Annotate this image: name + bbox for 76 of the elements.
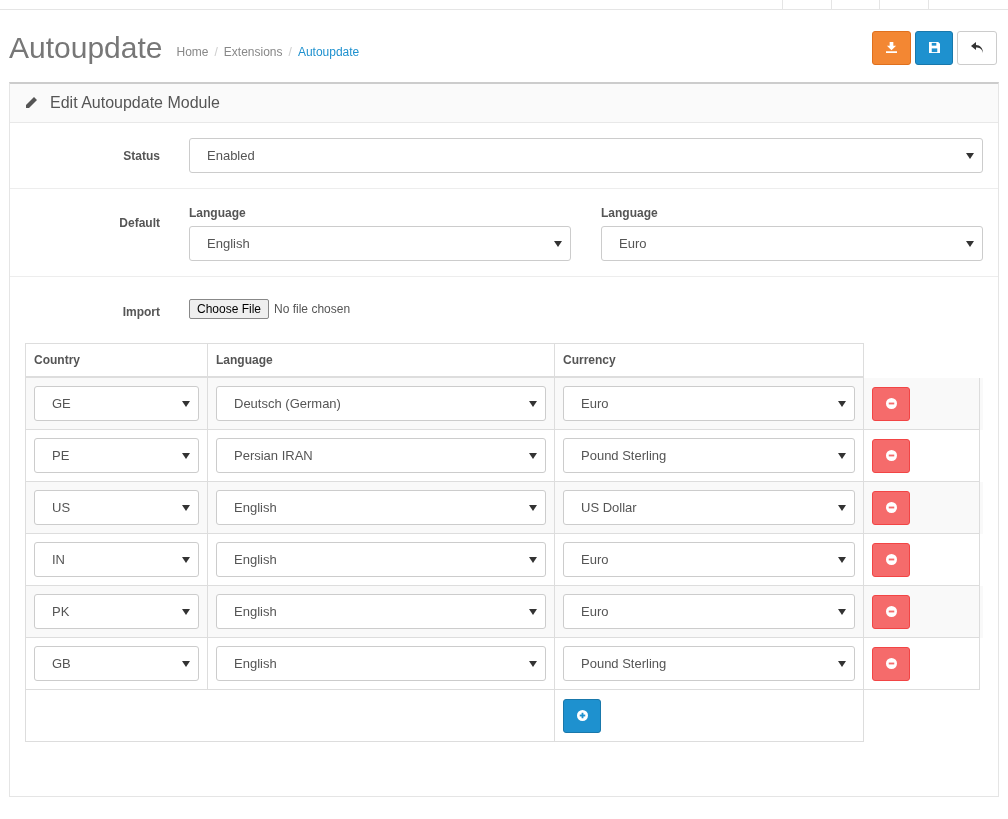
file-status-text: No file chosen (274, 301, 351, 318)
pencil-icon (24, 96, 38, 110)
select-field[interactable]: US (34, 490, 199, 525)
caret-icon (529, 608, 537, 615)
minus-circle-icon (885, 658, 897, 669)
minus-circle-icon (885, 450, 897, 461)
caret-icon (838, 608, 846, 615)
select-field[interactable]: English (189, 226, 571, 261)
minus-circle-icon (885, 606, 897, 617)
caret-icon (529, 660, 537, 667)
select-field[interactable]: English (216, 542, 546, 577)
select-field[interactable]: Euro (563, 542, 855, 577)
breadcrumb-link[interactable]: Home (176, 42, 209, 61)
select-field[interactable]: Pound Sterling (563, 646, 855, 681)
breadcrumb-link[interactable]: Extensions (223, 42, 283, 61)
select-field[interactable]: PK (34, 594, 199, 629)
remove-button[interactable] (872, 438, 910, 473)
caret-icon (554, 240, 562, 247)
select-field[interactable]: PE (34, 438, 199, 473)
caret-icon (838, 400, 846, 407)
caret-icon (838, 452, 846, 459)
remove-button[interactable] (872, 490, 910, 525)
caret-icon (182, 608, 190, 615)
minus-circle-icon (885, 502, 897, 513)
caret-icon (182, 400, 190, 407)
minus-circle-icon (885, 554, 897, 565)
caret-icon (838, 556, 846, 563)
select-field[interactable]: IN (34, 542, 199, 577)
caret-icon (182, 660, 190, 667)
select-field[interactable]: Euro (601, 226, 983, 261)
select-field[interactable]: English (216, 594, 546, 629)
reply-arrow-icon (970, 42, 984, 53)
caret-icon (529, 452, 537, 459)
select-field[interactable]: Deutsch (German) (216, 386, 546, 421)
select-field[interactable]: Persian IRAN (216, 438, 546, 473)
remove-button[interactable] (872, 646, 910, 681)
select-field[interactable]: Enabled (189, 138, 983, 173)
field-label: Language (189, 205, 247, 222)
select-field[interactable]: English (216, 646, 546, 681)
select-field[interactable]: GE (34, 386, 199, 421)
save-button[interactable] (915, 30, 953, 65)
caret-icon (529, 556, 537, 563)
field-label: Import (121, 304, 160, 321)
select-field[interactable]: Euro (563, 386, 855, 421)
download-icon (886, 42, 897, 53)
caret-icon (529, 504, 537, 511)
choose-file-button[interactable]: Choose File (189, 299, 270, 319)
caret-icon (182, 452, 190, 459)
field-label: Language (601, 205, 659, 222)
select-field[interactable]: GB (34, 646, 199, 681)
page-title: Autoupdate (9, 30, 163, 66)
select-field[interactable]: English (216, 490, 546, 525)
add-button[interactable] (563, 698, 601, 733)
panel-title: Edit Autoupdate Module (50, 93, 220, 113)
remove-button[interactable] (872, 386, 910, 421)
caret-icon (182, 556, 190, 563)
select-field[interactable]: Euro (563, 594, 855, 629)
breadcrumb-link[interactable]: Autoupdate (297, 42, 360, 61)
caret-icon (838, 504, 846, 511)
caret-icon (966, 152, 974, 159)
caret-icon (966, 240, 974, 247)
select-field[interactable]: Pound Sterling (563, 438, 855, 473)
plus-circle-icon (576, 710, 588, 721)
caret-icon (529, 400, 537, 407)
breadcrumb-separator: / (214, 43, 218, 61)
minus-circle-icon (885, 398, 897, 409)
download-button[interactable] (872, 30, 911, 65)
caret-icon (182, 504, 190, 511)
field-label: Status (122, 147, 160, 165)
remove-button[interactable] (872, 594, 910, 629)
field-label: Default (118, 215, 160, 232)
back-button[interactable] (957, 30, 997, 65)
remove-button[interactable] (872, 542, 910, 577)
caret-icon (838, 660, 846, 667)
breadcrumb-separator: / (288, 43, 292, 61)
select-field[interactable]: US Dollar (563, 490, 855, 525)
